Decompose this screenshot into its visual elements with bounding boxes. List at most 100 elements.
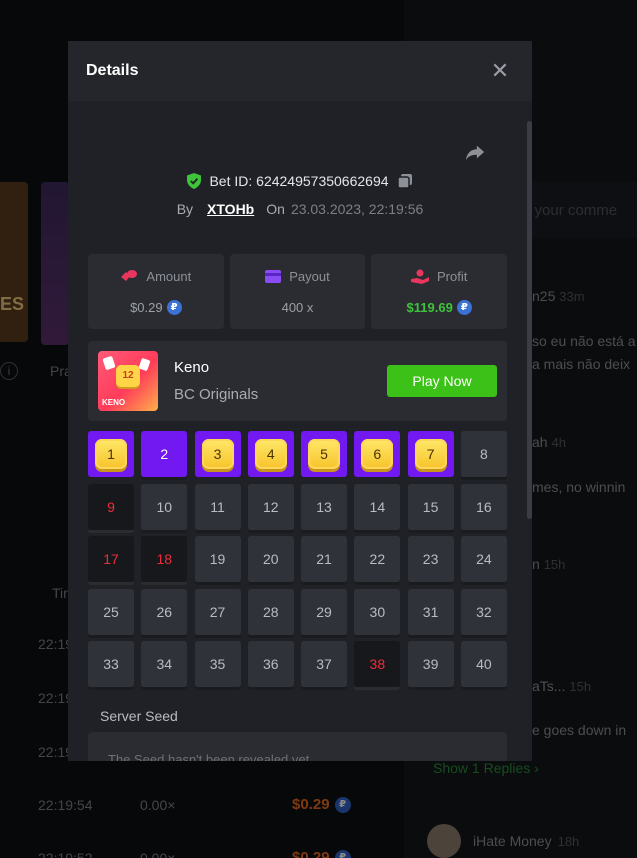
keno-cell: 3: [194, 431, 241, 477]
game-thumbnail[interactable]: 12 KENO: [98, 351, 158, 411]
keno-cell-number: 36: [263, 656, 279, 672]
keno-cell: 25: [88, 588, 134, 638]
keno-cell-number: 18: [156, 551, 173, 567]
keno-cell: 31: [407, 588, 454, 638]
keno-cell: 32: [460, 588, 507, 638]
keno-cell-number: 13: [316, 498, 332, 515]
keno-cell-number: 37: [316, 656, 332, 672]
keno-cell-number: 2: [160, 446, 169, 462]
keno-cell: 5: [301, 431, 348, 477]
keno-cell-number: 16: [476, 498, 492, 515]
keno-cell: 7: [407, 431, 454, 477]
stat-amount: Amount $0.29 ₽: [88, 254, 224, 329]
bet-stats: Amount $0.29 ₽ Payout 400 x Profit $119.…: [88, 254, 508, 329]
keno-cell-number: 10: [156, 498, 173, 515]
keno-hit-gem: 5: [308, 439, 341, 469]
keno-cell-number: 9: [107, 498, 115, 515]
keno-cell-number: 12: [263, 498, 279, 515]
server-seed-label: Server Seed: [100, 708, 178, 724]
coins-icon: [121, 270, 138, 281]
copy-icon[interactable]: [396, 173, 413, 189]
keno-cell: 24: [460, 536, 507, 585]
keno-cell-number: 33: [103, 656, 119, 672]
game-name: Keno: [174, 359, 210, 376]
keno-cell-number: 14: [369, 498, 386, 515]
keno-cell: 40: [460, 641, 507, 690]
keno-cell: 26: [141, 588, 188, 638]
keno-cell: 30: [354, 588, 401, 638]
modal-header: Details ✕: [68, 41, 532, 101]
stat-value: 400 x: [281, 299, 314, 315]
keno-cell: 33: [88, 641, 134, 690]
keno-cell-number: 24: [476, 551, 492, 567]
coin-icon: ₽: [166, 299, 182, 315]
keno-cell-number: 21: [316, 551, 332, 567]
keno-cell-number: 23: [422, 551, 439, 567]
keno-cell: 13: [301, 483, 348, 533]
keno-cell-number: 30: [369, 603, 386, 620]
keno-cell: 2: [141, 431, 188, 480]
keno-cell: 28: [247, 588, 294, 638]
play-now-button[interactable]: Play Now: [387, 365, 497, 397]
by-label: By: [176, 201, 194, 217]
keno-cell-number: 35: [209, 656, 226, 672]
keno-cell-number: 29: [316, 603, 332, 620]
keno-cell: 8: [460, 431, 507, 480]
keno-cell-number: 19: [209, 551, 226, 567]
stat-label: Profit: [437, 268, 468, 284]
keno-cell: 35: [194, 641, 241, 690]
keno-cell: 10: [141, 483, 188, 533]
bet-author-row: By XTOHb On 23.03.2023, 22:19:56: [68, 201, 532, 217]
keno-cell: 16: [460, 483, 507, 533]
keno-cell-number: 11: [210, 498, 225, 515]
keno-cell-number: 17: [103, 551, 119, 567]
server-seed-value: The Seed hasn't been revealed yet: [108, 752, 310, 761]
close-icon[interactable]: ✕: [490, 60, 510, 82]
keno-cell: 29: [301, 588, 348, 638]
keno-cell-number: 34: [156, 656, 173, 672]
keno-cell-number: 40: [476, 656, 492, 672]
keno-cell-number: 25: [103, 603, 119, 620]
username-link[interactable]: XTOHb: [207, 201, 254, 217]
stat-label: Amount: [146, 268, 192, 284]
keno-cell-number: 22: [369, 551, 386, 567]
stat-profit: Profit $119.69 ₽: [371, 254, 508, 329]
keno-cell: 9: [88, 483, 134, 533]
keno-cell: 21: [301, 536, 348, 585]
keno-cell: 38: [354, 641, 401, 690]
coin-icon: ₽: [456, 299, 472, 315]
keno-hit-gem: 4: [254, 439, 287, 469]
details-modal: Details ✕ Bet ID: 62424957350662694 By X…: [68, 41, 532, 761]
keno-cell-number: 32: [476, 603, 492, 620]
modal-title: Details: [86, 62, 139, 79]
keno-cell-number: 15: [422, 498, 439, 515]
keno-cell-number: 8: [479, 446, 488, 462]
share-icon[interactable]: [464, 141, 486, 163]
keno-hit-gem: 1: [95, 439, 127, 469]
on-label: On: [266, 201, 285, 217]
stat-label: Payout: [289, 268, 330, 284]
keno-cell-number: 20: [263, 551, 279, 567]
keno-cell: 19: [194, 536, 241, 585]
stat-value: $119.69 ₽: [407, 299, 472, 315]
keno-cell-number: 38: [369, 656, 386, 672]
keno-cell: 17: [88, 536, 134, 585]
keno-cell: 39: [407, 641, 454, 690]
keno-cell-number: 27: [209, 603, 226, 620]
keno-hit-gem: 3: [201, 439, 234, 469]
server-seed-box: The Seed hasn't been revealed yet: [88, 732, 507, 761]
keno-cell: 4: [247, 431, 294, 477]
keno-cell: 18: [141, 536, 188, 585]
keno-cell: 23: [407, 536, 454, 585]
keno-cell: 14: [354, 483, 401, 533]
keno-hit-gem: 7: [414, 439, 447, 469]
bet-date: 23.03.2023, 22:19:56: [290, 201, 424, 217]
hand-money-icon: [411, 269, 429, 284]
keno-cell: 11: [194, 483, 241, 533]
game-provider: BC Originals: [174, 386, 259, 403]
keno-hit-gem: 6: [361, 439, 394, 469]
keno-cell: 1: [88, 431, 134, 477]
keno-cell: 6: [354, 431, 401, 477]
keno-grid: 1 2 3 4 5 6 7 8 9 10 11 12 13 14 15 16 17 18 19 20 21 22 23 24 2…: [88, 431, 507, 690]
keno-cell-number: 28: [263, 603, 279, 620]
